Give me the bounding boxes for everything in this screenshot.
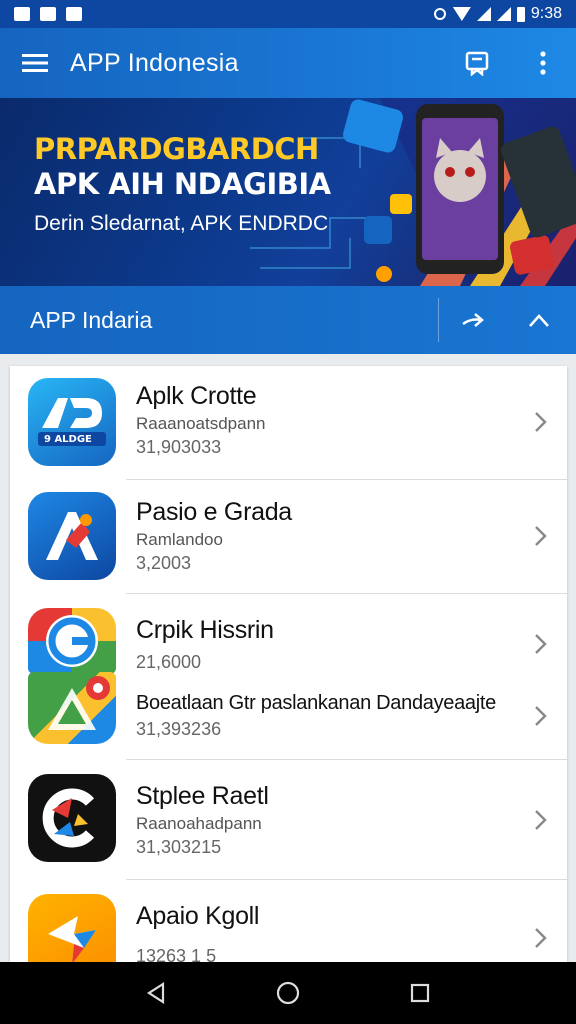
app-icon-g	[28, 608, 116, 674]
home-icon	[276, 981, 300, 1005]
app-icon-ad: 9 ALDGE	[28, 378, 116, 466]
notification-icons	[14, 7, 82, 21]
section-header: APP Indaria	[0, 286, 576, 354]
bookmark-icon	[465, 51, 489, 76]
app-title: Aplk Crotte	[136, 382, 257, 410]
notification-icon	[14, 7, 30, 21]
signal-icon	[476, 7, 491, 21]
list-item[interactable]: Boeatlaan Gtr paslankanan Dandayeaajte 3…	[10, 666, 567, 760]
section-divider	[438, 298, 439, 342]
system-nav-bar	[0, 962, 576, 1024]
menu-button[interactable]	[0, 28, 70, 98]
app-bar-actions	[444, 28, 576, 98]
g-logo-icon	[46, 615, 98, 667]
list-item[interactable]: Stplee Raetl Raanoahadpann 31,303215	[10, 760, 567, 880]
chevron-right-icon	[535, 928, 547, 948]
list-item[interactable]: 9 ALDGE Aplk Crotte Raaanoatsdpann 31,90…	[10, 366, 567, 480]
ad-logo-icon	[38, 398, 106, 446]
status-bar: 9:38	[0, 0, 576, 28]
chevron-right-icon	[535, 412, 547, 432]
notification-icon	[66, 7, 82, 21]
chevron-right-icon	[535, 634, 547, 654]
app-title: Crpik Hissrin	[136, 616, 274, 644]
menu-icon	[22, 54, 48, 72]
bookmark-button[interactable]	[444, 28, 510, 98]
app-subtitle: Ramlandoo	[136, 530, 223, 549]
screen: 9:38 APP Indonesia PRPARDGBARDCH APK AIH…	[0, 0, 576, 1024]
chevron-right-icon	[535, 706, 547, 726]
status-right: 9:38	[433, 5, 562, 23]
recents-button[interactable]	[390, 963, 450, 1023]
recents-icon	[410, 983, 430, 1003]
section-actions	[440, 286, 572, 354]
app-meta: 31,303215	[136, 837, 222, 857]
list-item[interactable]: Pasio e Grada Ramlandoo 3,2003	[10, 480, 567, 594]
app-title: Stplee Raetl	[136, 782, 269, 810]
a-logo-icon	[46, 512, 98, 560]
status-time: 9:38	[530, 5, 562, 22]
app-meta: 31,393236	[136, 719, 222, 739]
app-bar: APP Indonesia	[0, 28, 576, 98]
collapse-button[interactable]	[506, 286, 572, 354]
home-button[interactable]	[258, 963, 318, 1023]
chevron-right-icon	[535, 810, 547, 830]
app-meta: 31,903033	[136, 437, 222, 457]
promo-banner[interactable]: PRPARDGBARDCH APK AIH NDAGIBIA Derin Sle…	[0, 98, 576, 286]
banner-tagline: Derin Sledarnat, APK ENDRDC	[34, 212, 329, 235]
app-title: Pasio e Grada	[136, 498, 292, 526]
back-icon	[146, 982, 165, 1004]
section-title: APP Indaria	[30, 306, 153, 333]
app-title: APP Indonesia	[70, 48, 239, 77]
app-title: Boeatlaan Gtr paslankanan Dandayeaajte	[136, 692, 496, 714]
app-meta: 3,2003	[136, 553, 192, 573]
app-list: 9 ALDGE Aplk Crotte Raaanoatsdpann 31,90…	[10, 366, 567, 976]
drive-logo-icon	[48, 676, 110, 730]
banner-headline: PRPARDGBARDCH	[34, 132, 319, 166]
app-icon-drive	[28, 672, 116, 744]
app-icon-c	[28, 774, 116, 862]
wifi-icon	[452, 7, 471, 21]
app-title: Apaio Kgoll	[136, 902, 260, 930]
sync-icon	[433, 8, 446, 20]
signal-icon	[496, 7, 511, 21]
back-button[interactable]	[126, 963, 186, 1023]
app-icon-a	[28, 492, 116, 580]
battery-icon	[516, 6, 525, 22]
banner-subheadline: APK AIH NDAGIBIA	[34, 167, 331, 201]
collapse-icon	[529, 314, 549, 327]
more-vert-icon	[540, 51, 546, 75]
banner-text: PRPARDGBARDCH APK AIH NDAGIBIA Derin Sle…	[34, 132, 331, 236]
arrow-right-button[interactable]	[440, 286, 506, 354]
chevron-right-icon	[535, 526, 547, 546]
app-subtitle: Raaanoatsdpann	[136, 414, 266, 433]
app-subtitle: Raanoahadpann	[136, 814, 262, 833]
app-icon-label: 9 ALDGE	[44, 434, 92, 445]
notification-icon	[40, 7, 56, 21]
arrow-right-icon	[462, 313, 484, 327]
more-options-button[interactable]	[510, 28, 576, 98]
c-logo-icon	[42, 788, 95, 848]
